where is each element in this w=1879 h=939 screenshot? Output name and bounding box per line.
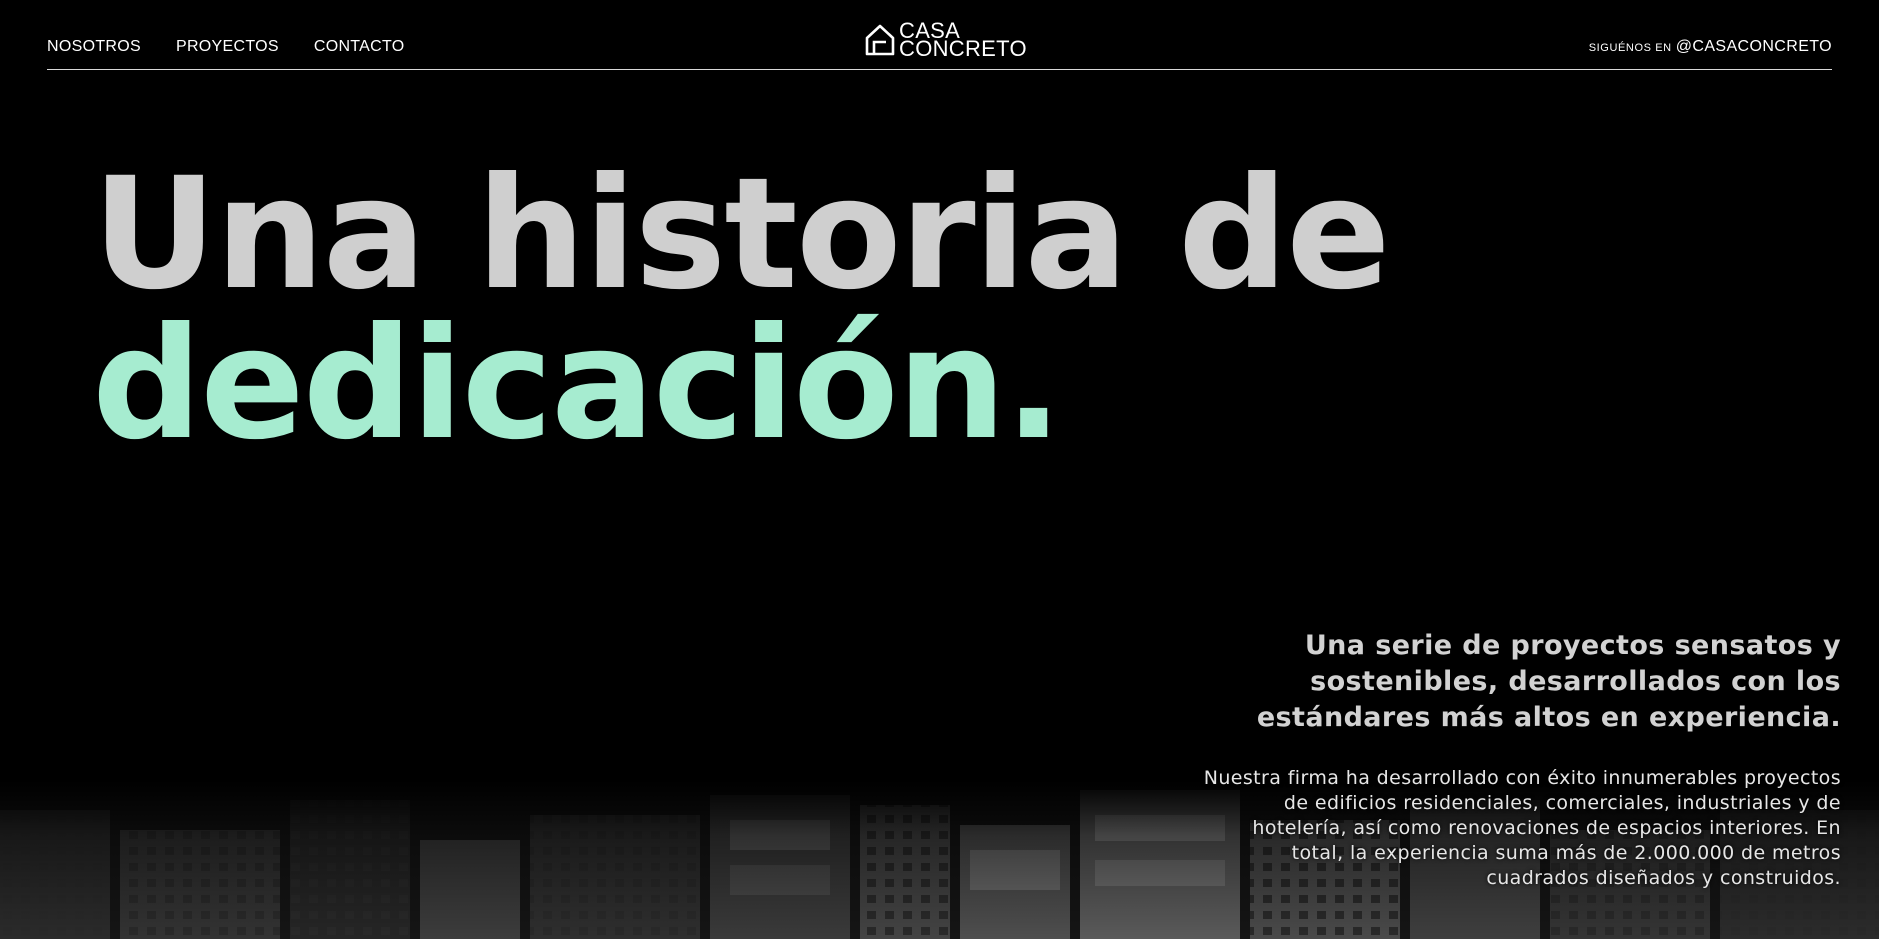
nav-link-nosotros[interactable]: NOSOTROS (47, 38, 141, 56)
main-nav: NOSOTROS PROYECTOS CONTACTO (47, 38, 405, 56)
intro-body: Nuestra firma ha desarrollado con éxito … (1203, 767, 1841, 889)
nav-link-contacto[interactable]: CONTACTO (314, 38, 405, 56)
nav-link-proyectos[interactable]: PROYECTOS (176, 38, 279, 56)
intro-lead: Una serie de proyectos sensatos y sosten… (1256, 630, 1841, 733)
logo-wordmark: CASA CONCRETO (899, 20, 1027, 61)
hero-headline: Una historia de dedicación. (92, 145, 1391, 474)
page: NOSOTROS PROYECTOS CONTACTO CASA CONCRET… (0, 0, 1879, 939)
social-handle-link[interactable]: @CASACONCRETO (1676, 38, 1832, 55)
social-follow: SIGUÉNOS EN @CASACONCRETO (1589, 38, 1832, 56)
site-logo[interactable]: CASA CONCRETO (865, 20, 1027, 61)
header-divider (47, 69, 1832, 70)
hero-line-1: Una historia de (92, 145, 1391, 324)
social-prefix: SIGUÉNOS EN (1588, 42, 1672, 54)
logo-line-concreto: CONCRETO (899, 36, 1027, 61)
hero-line-2: dedicación. (92, 295, 1063, 474)
house-icon (865, 24, 895, 56)
